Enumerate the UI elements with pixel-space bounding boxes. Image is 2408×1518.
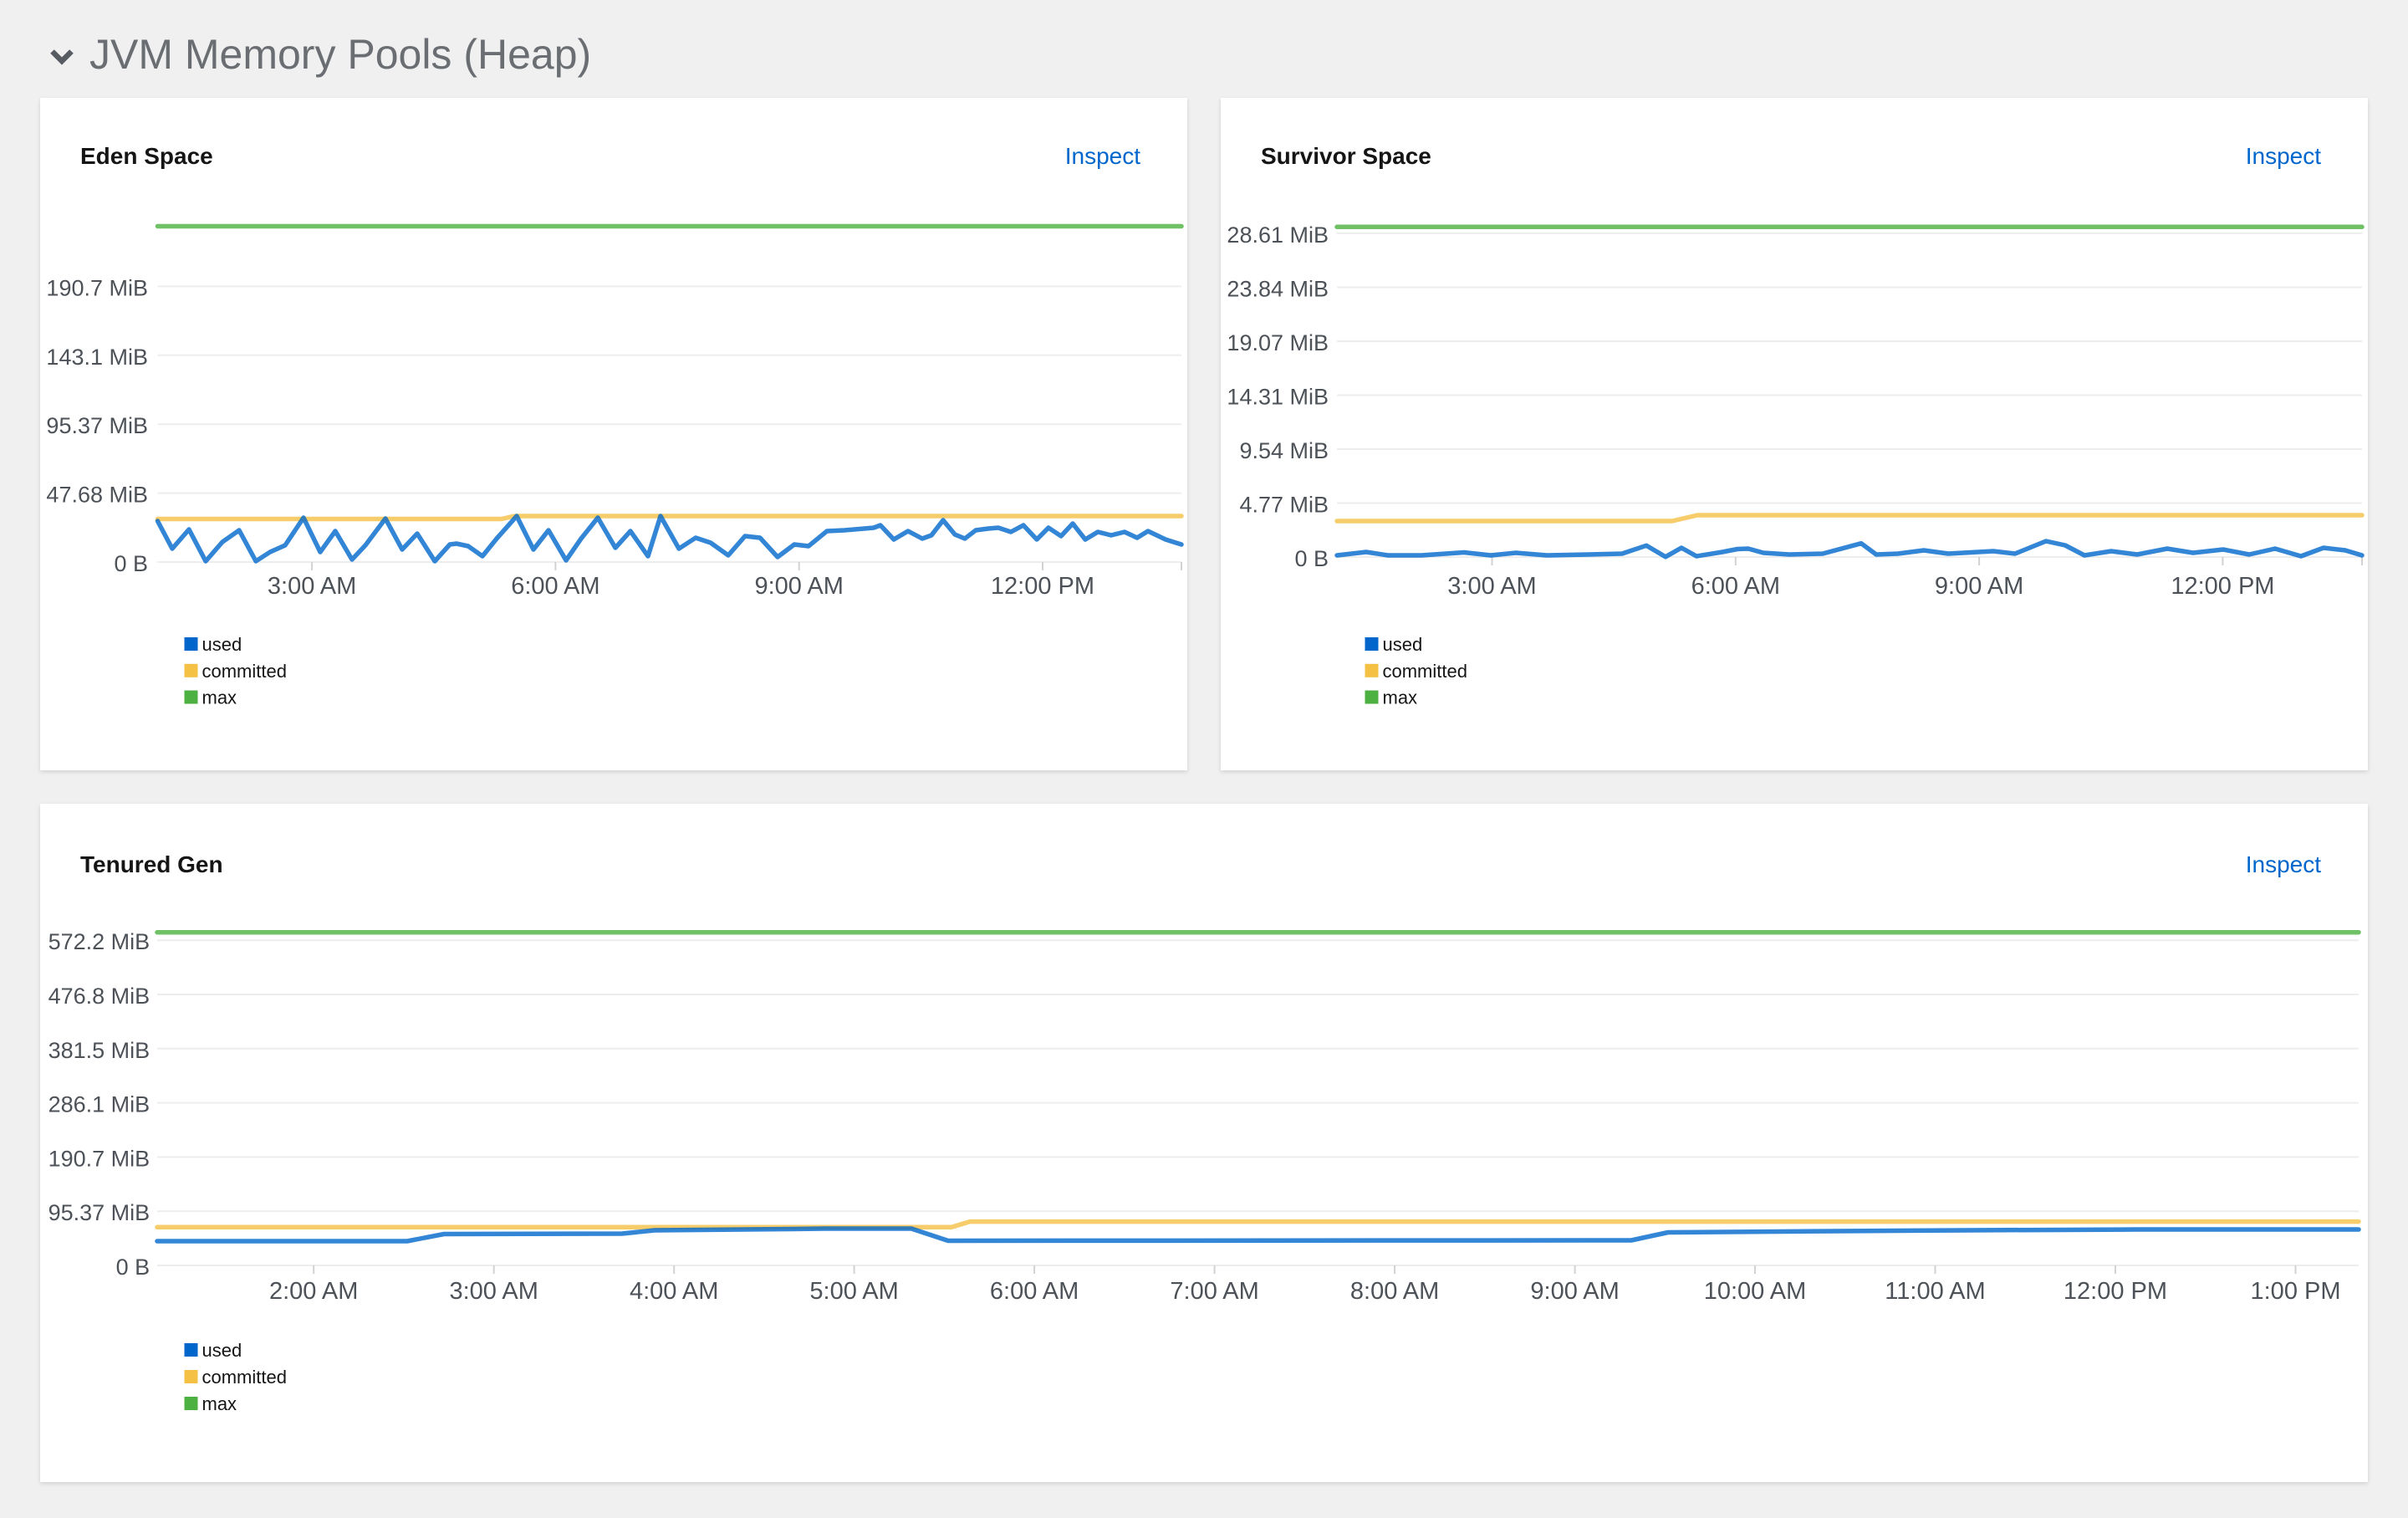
svg-text:3:00 AM: 3:00 AM bbox=[449, 1278, 538, 1305]
svg-text:476.8 MiB: 476.8 MiB bbox=[48, 984, 150, 1009]
svg-text:5:00 AM: 5:00 AM bbox=[809, 1278, 898, 1305]
svg-text:7:00 AM: 7:00 AM bbox=[1170, 1278, 1258, 1305]
svg-text:381.5 MiB: 381.5 MiB bbox=[48, 1038, 150, 1063]
svg-text:47.68 MiB: 47.68 MiB bbox=[46, 483, 148, 508]
svg-text:max: max bbox=[1383, 687, 1418, 708]
svg-text:Inspect: Inspect bbox=[1065, 143, 1140, 169]
svg-text:23.84 MiB: 23.84 MiB bbox=[1227, 277, 1329, 302]
svg-text:143.1 MiB: 143.1 MiB bbox=[46, 345, 148, 370]
svg-text:2:00 AM: 2:00 AM bbox=[269, 1278, 358, 1305]
svg-text:committed: committed bbox=[202, 1367, 287, 1388]
svg-text:used: used bbox=[1383, 634, 1423, 655]
svg-text:used: used bbox=[202, 634, 242, 655]
svg-text:1:00 PM: 1:00 PM bbox=[2251, 1278, 2341, 1305]
svg-text:3:00 AM: 3:00 AM bbox=[1447, 573, 1536, 600]
svg-text:12:00 PM: 12:00 PM bbox=[2064, 1278, 2167, 1305]
svg-text:6:00 AM: 6:00 AM bbox=[1691, 573, 1780, 600]
svg-text:Tenured Gen: Tenured Gen bbox=[80, 851, 223, 877]
svg-text:max: max bbox=[202, 687, 237, 708]
svg-text:19.07 MiB: 19.07 MiB bbox=[1227, 330, 1329, 355]
svg-text:9.54 MiB: 9.54 MiB bbox=[1239, 438, 1329, 463]
svg-text:max: max bbox=[202, 1393, 237, 1414]
svg-text:14.31 MiB: 14.31 MiB bbox=[1227, 385, 1329, 410]
svg-text:0 B: 0 B bbox=[1294, 546, 1329, 571]
svg-text:4:00 AM: 4:00 AM bbox=[630, 1278, 718, 1305]
svg-text:committed: committed bbox=[202, 661, 287, 682]
svg-text:10:00 AM: 10:00 AM bbox=[1704, 1278, 1807, 1305]
svg-text:Inspect: Inspect bbox=[2246, 851, 2321, 877]
svg-text:8:00 AM: 8:00 AM bbox=[1350, 1278, 1439, 1305]
svg-text:95.37 MiB: 95.37 MiB bbox=[48, 1200, 150, 1225]
svg-text:11:00 AM: 11:00 AM bbox=[1885, 1278, 1985, 1305]
svg-text:Eden Space: Eden Space bbox=[80, 143, 213, 169]
svg-text:Survivor Space: Survivor Space bbox=[1261, 143, 1431, 169]
svg-text:6:00 AM: 6:00 AM bbox=[511, 573, 599, 600]
svg-text:Inspect: Inspect bbox=[2246, 143, 2321, 169]
svg-text:190.7 MiB: 190.7 MiB bbox=[46, 275, 148, 300]
svg-text:0 B: 0 B bbox=[114, 551, 148, 576]
svg-text:286.1 MiB: 286.1 MiB bbox=[48, 1092, 150, 1117]
svg-text:12:00 PM: 12:00 PM bbox=[2171, 573, 2274, 600]
svg-text:3:00 AM: 3:00 AM bbox=[268, 573, 356, 600]
svg-text:9:00 AM: 9:00 AM bbox=[1530, 1278, 1619, 1305]
svg-text:6:00 AM: 6:00 AM bbox=[990, 1278, 1079, 1305]
svg-text:committed: committed bbox=[1383, 661, 1467, 682]
svg-text:28.61 MiB: 28.61 MiB bbox=[1227, 222, 1329, 248]
svg-text:572.2 MiB: 572.2 MiB bbox=[48, 929, 150, 954]
svg-text:used: used bbox=[202, 1340, 242, 1361]
svg-text:4.77 MiB: 4.77 MiB bbox=[1239, 493, 1329, 518]
svg-text:12:00 PM: 12:00 PM bbox=[991, 573, 1094, 600]
svg-text:190.7 MiB: 190.7 MiB bbox=[48, 1146, 150, 1171]
svg-text:9:00 AM: 9:00 AM bbox=[754, 573, 843, 600]
svg-text:0 B: 0 B bbox=[116, 1255, 150, 1280]
svg-text:9:00 AM: 9:00 AM bbox=[1935, 573, 2023, 600]
svg-text:95.37 MiB: 95.37 MiB bbox=[46, 413, 148, 438]
